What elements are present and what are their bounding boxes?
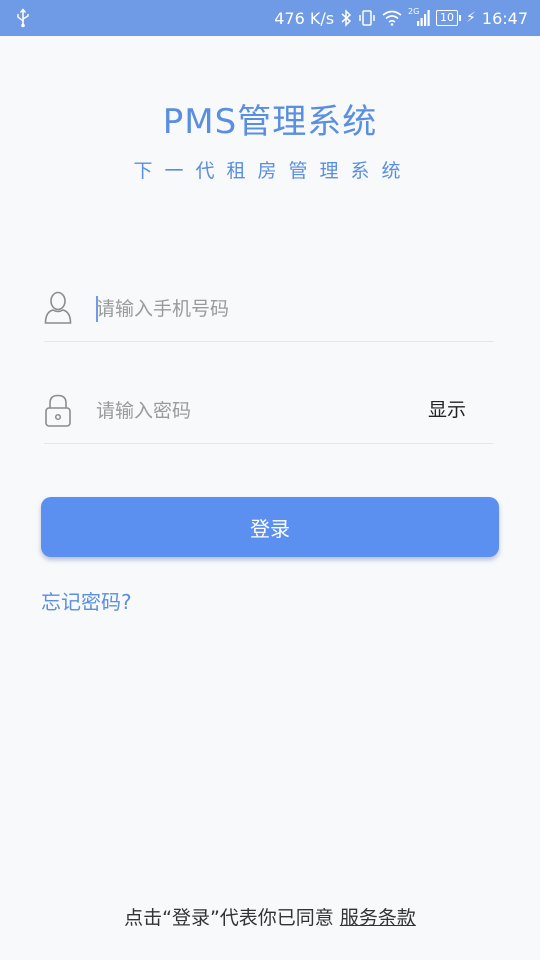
- password-input[interactable]: [96, 393, 426, 429]
- terms-of-service-link[interactable]: 服务条款: [340, 907, 416, 929]
- lock-icon: [45, 394, 71, 427]
- agreement-text: 点击“登录”代表你已同意: [124, 907, 334, 929]
- status-bar: 476 K/s 2G 10 ⚡ 16:47: [0, 0, 540, 36]
- phone-input[interactable]: [96, 291, 426, 327]
- clock: 16:47: [481, 8, 528, 28]
- bluetooth-icon: [341, 9, 352, 27]
- battery-level: 10: [440, 11, 455, 24]
- app-subtitle: 下一代租房管理系统: [133, 160, 413, 182]
- app-title: PMS管理系统: [162, 102, 378, 142]
- login-button[interactable]: 登录: [41, 497, 499, 557]
- wifi-icon: [382, 10, 402, 26]
- signal-icon: [417, 10, 430, 26]
- forgot-password-link[interactable]: 忘记密码?: [41, 586, 132, 615]
- show-password-toggle[interactable]: 显示: [428, 395, 466, 422]
- user-icon: [44, 291, 72, 324]
- terms-notice: 点击“登录”代表你已同意 服务条款: [0, 903, 540, 930]
- battery-icon: 10: [436, 10, 462, 26]
- phone-field-row: [44, 281, 494, 342]
- signal-indicator: 2G: [408, 7, 430, 27]
- usb-icon: [17, 8, 29, 28]
- net-speed: 476 K/s: [274, 8, 335, 28]
- vibrate-icon: [359, 10, 375, 26]
- password-field-row: 显示: [44, 383, 494, 444]
- charging-icon: ⚡: [466, 10, 476, 26]
